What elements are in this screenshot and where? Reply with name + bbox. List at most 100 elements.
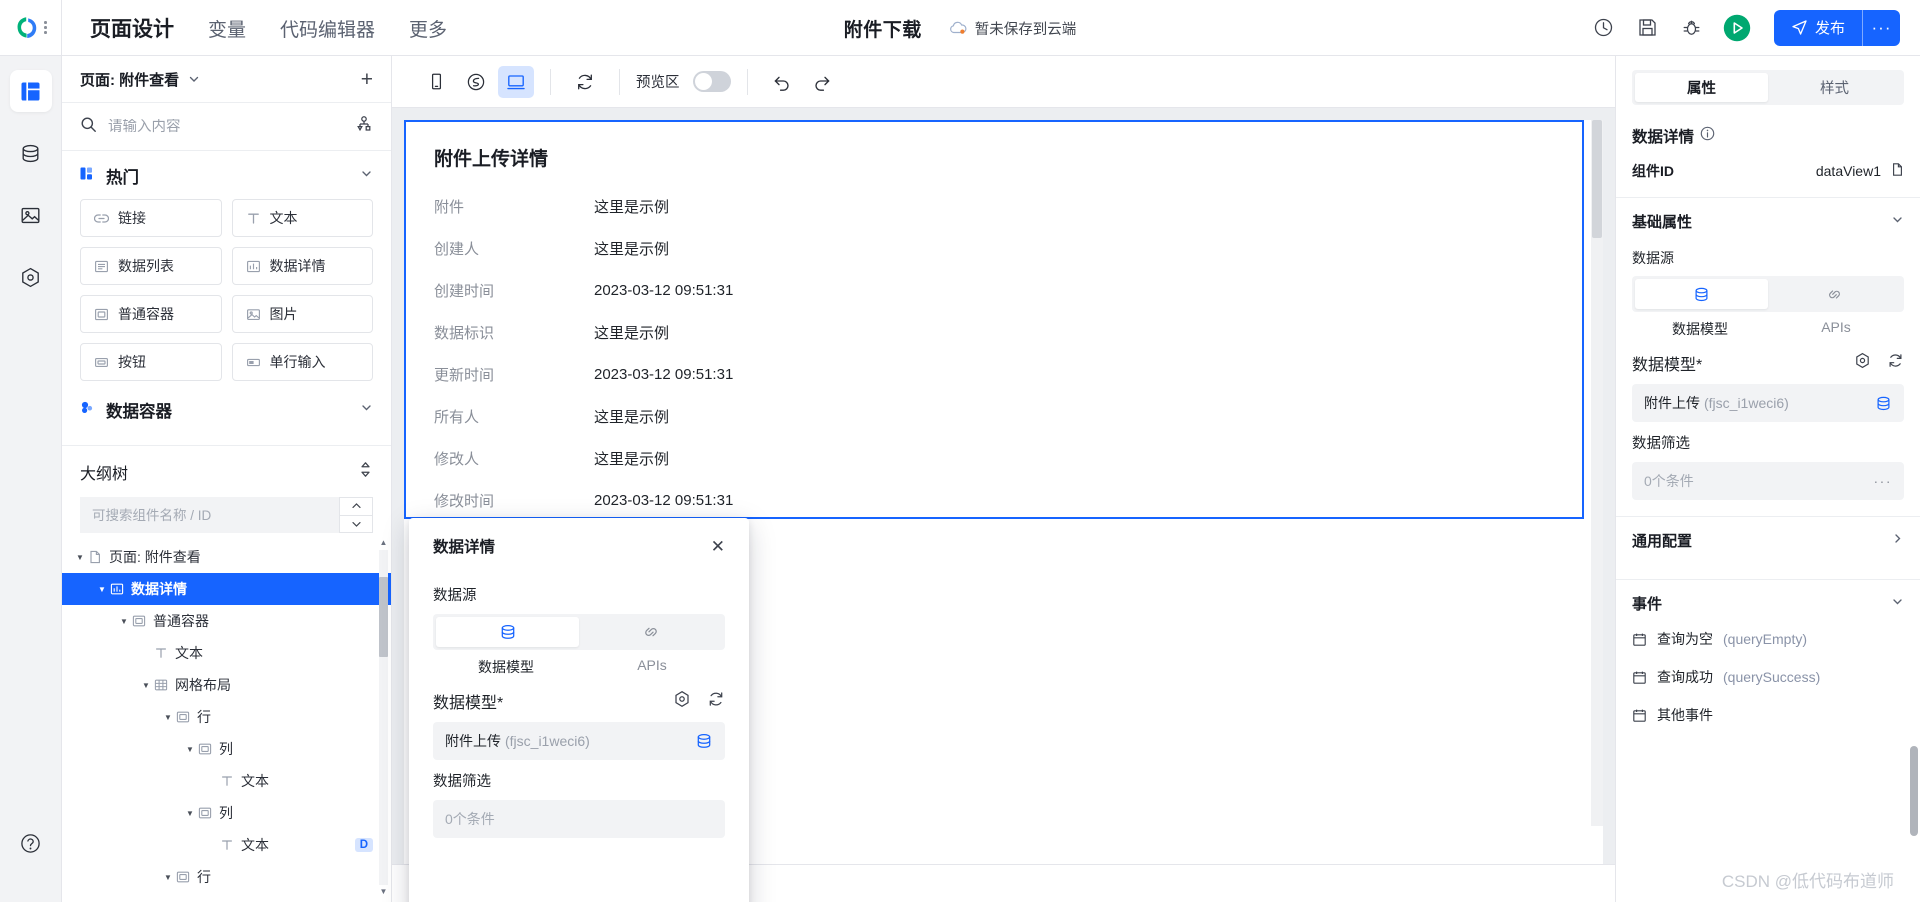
- outline-tree-node[interactable]: 文本: [62, 765, 391, 797]
- outline-prev-match-button[interactable]: [339, 497, 373, 515]
- model-settings-icon[interactable]: [673, 690, 691, 713]
- chevron-down-icon[interactable]: ▼: [160, 713, 176, 722]
- chevron-down-icon[interactable]: ▼: [116, 617, 132, 626]
- redo-icon[interactable]: [804, 66, 840, 98]
- canvas-detail-row[interactable]: 修改人 这里是示例: [406, 437, 1582, 479]
- canvas-detail-row[interactable]: 数据标识 这里是示例: [406, 311, 1582, 353]
- tab-properties[interactable]: 属性: [1635, 73, 1768, 102]
- outline-tree-node[interactable]: ▼ 列: [62, 733, 391, 765]
- component-card-image[interactable]: 图片: [231, 295, 373, 333]
- outline-tree-node[interactable]: ▼ 页面: 附件查看: [62, 541, 391, 573]
- component-card-button[interactable]: 按钮: [80, 343, 222, 381]
- section-common-config[interactable]: 通用配置: [1632, 517, 1904, 563]
- undo-icon[interactable]: [764, 66, 800, 98]
- device-mobile-icon[interactable]: [418, 66, 454, 98]
- sidebar-rail-assets[interactable]: [10, 194, 52, 236]
- component-card-input[interactable]: 单行输入: [231, 343, 373, 381]
- canvas-detail-row[interactable]: 修改时间 2023-03-12 09:51:31: [406, 479, 1582, 517]
- chevron-down-icon[interactable]: ▼: [138, 681, 154, 690]
- component-card-container[interactable]: 普通容器: [80, 295, 222, 333]
- device-desktop-icon[interactable]: [498, 65, 534, 98]
- scroll-down-icon[interactable]: ▼: [380, 888, 388, 896]
- canvas-vertical-scrollbar[interactable]: [1591, 120, 1603, 826]
- history-icon[interactable]: [1582, 6, 1626, 50]
- nav-tab-code-editor[interactable]: 代码编辑器: [280, 15, 375, 42]
- copy-icon[interactable]: [1889, 162, 1904, 180]
- section-events[interactable]: 事件: [1632, 580, 1904, 626]
- event-item[interactable]: 查询为空 (queryEmpty): [1632, 626, 1904, 652]
- preview-run-icon[interactable]: [1714, 6, 1760, 50]
- event-item[interactable]: 查询成功 (querySuccess): [1632, 664, 1904, 690]
- outline-tree-scrollbar[interactable]: ▲ ▼: [379, 539, 388, 896]
- component-tree-toggle-icon[interactable]: [355, 115, 373, 138]
- component-search-input[interactable]: [108, 118, 344, 135]
- sidebar-rail-settings[interactable]: [10, 256, 52, 298]
- close-icon[interactable]: ✕: [711, 538, 725, 555]
- chevron-down-icon[interactable]: [1891, 213, 1904, 230]
- popup-model-value-field[interactable]: 附件上传 (fjsc_i1weci6): [433, 722, 725, 760]
- app-logo-icon[interactable]: [14, 15, 40, 41]
- device-miniapp-icon[interactable]: [458, 66, 494, 98]
- tab-styles[interactable]: 样式: [1768, 73, 1901, 102]
- component-card-text[interactable]: 文本: [231, 199, 373, 237]
- chevron-down-icon[interactable]: ▼: [182, 809, 198, 818]
- save-icon[interactable]: [1626, 6, 1670, 50]
- canvas-scroll-thumb[interactable]: [1592, 120, 1602, 238]
- popup-datasource-tab-model[interactable]: [436, 617, 579, 647]
- section-basic-properties[interactable]: 基础属性: [1632, 198, 1904, 244]
- canvas-detail-row[interactable]: 更新时间 2023-03-12 09:51:31: [406, 353, 1582, 395]
- popup-filter-field[interactable]: 0个条件: [433, 800, 725, 838]
- component-card-data-view[interactable]: 数据详情: [231, 247, 373, 285]
- preview-toggle-switch[interactable]: [692, 71, 731, 92]
- chevron-down-icon[interactable]: ▼: [94, 585, 110, 594]
- chevron-down-icon[interactable]: [360, 167, 373, 185]
- nav-tab-more[interactable]: 更多: [409, 15, 447, 42]
- section-header-hot[interactable]: 热门: [62, 151, 391, 199]
- database-icon[interactable]: [1875, 395, 1892, 412]
- outline-search-input[interactable]: [80, 497, 339, 533]
- outline-tree-node[interactable]: ▼ 普通容器: [62, 605, 391, 637]
- datasource-tab-model[interactable]: [1635, 279, 1768, 309]
- sidebar-rail-components[interactable]: [9, 70, 52, 112]
- nav-tab-page-design[interactable]: 页面设计: [90, 13, 174, 43]
- chevron-down-icon[interactable]: [1891, 595, 1904, 612]
- outline-scroll-track[interactable]: [379, 550, 388, 885]
- canvas-detail-row[interactable]: 创建时间 2023-03-12 09:51:31: [406, 269, 1582, 311]
- datasource-tab-apis[interactable]: [1768, 279, 1901, 309]
- filter-value-field[interactable]: 0个条件 ···: [1632, 462, 1904, 500]
- database-icon[interactable]: [695, 732, 713, 750]
- chevron-right-icon[interactable]: [1891, 532, 1904, 549]
- model-settings-icon[interactable]: [1854, 352, 1871, 374]
- page-selector[interactable]: 页面: 附件查看 +: [62, 56, 391, 103]
- outline-tree-node[interactable]: ▼ 行: [62, 861, 391, 893]
- chevron-down-icon[interactable]: ▼: [182, 745, 198, 754]
- app-menu-dots-icon[interactable]: [44, 21, 47, 34]
- section-header-data-container[interactable]: 数据容器: [62, 385, 391, 433]
- canvas-detail-row[interactable]: 附件 这里是示例: [406, 185, 1582, 227]
- right-panel-scrollbar-thumb[interactable]: [1910, 746, 1918, 836]
- model-refresh-icon[interactable]: [707, 690, 725, 713]
- outline-tree-node[interactable]: 文本: [62, 637, 391, 669]
- chevron-down-icon[interactable]: ▼: [72, 553, 88, 562]
- brand-zone[interactable]: [0, 0, 62, 56]
- expand-collapse-icon[interactable]: [358, 461, 373, 483]
- outline-tree-node[interactable]: 文本 D: [62, 829, 391, 861]
- publish-more-button[interactable]: ···: [1862, 9, 1900, 46]
- info-icon[interactable]: [1700, 126, 1715, 146]
- refresh-icon[interactable]: [567, 66, 603, 98]
- help-icon[interactable]: [10, 822, 52, 864]
- filter-more-icon[interactable]: ···: [1874, 473, 1893, 489]
- outline-tree-node[interactable]: ▼ 行: [62, 701, 391, 733]
- event-item[interactable]: 其他事件: [1632, 702, 1904, 728]
- selected-dataview-component[interactable]: 附件上传详情 附件 这里是示例 创建人 这里是示例 创建时间 2023-03-12 09:…: [404, 120, 1584, 519]
- model-value-field[interactable]: 附件上传 (fjsc_i1weci6): [1632, 384, 1904, 422]
- publish-button[interactable]: 发布: [1773, 9, 1862, 46]
- chevron-down-icon[interactable]: [360, 401, 373, 419]
- outline-tree-node[interactable]: ▼ 数据详情: [62, 573, 391, 605]
- add-page-button[interactable]: +: [361, 69, 373, 90]
- model-refresh-icon[interactable]: [1887, 352, 1904, 374]
- dataview-config-popup[interactable]: 数据详情 ✕ 数据源 数据模型 APIs 数据模型* 附件上传 (fjsc_i1…: [409, 518, 749, 902]
- debug-bug-icon[interactable]: [1670, 6, 1714, 50]
- outline-tree-node[interactable]: ▼ 网格布局: [62, 669, 391, 701]
- chevron-down-icon[interactable]: ▼: [160, 873, 176, 882]
